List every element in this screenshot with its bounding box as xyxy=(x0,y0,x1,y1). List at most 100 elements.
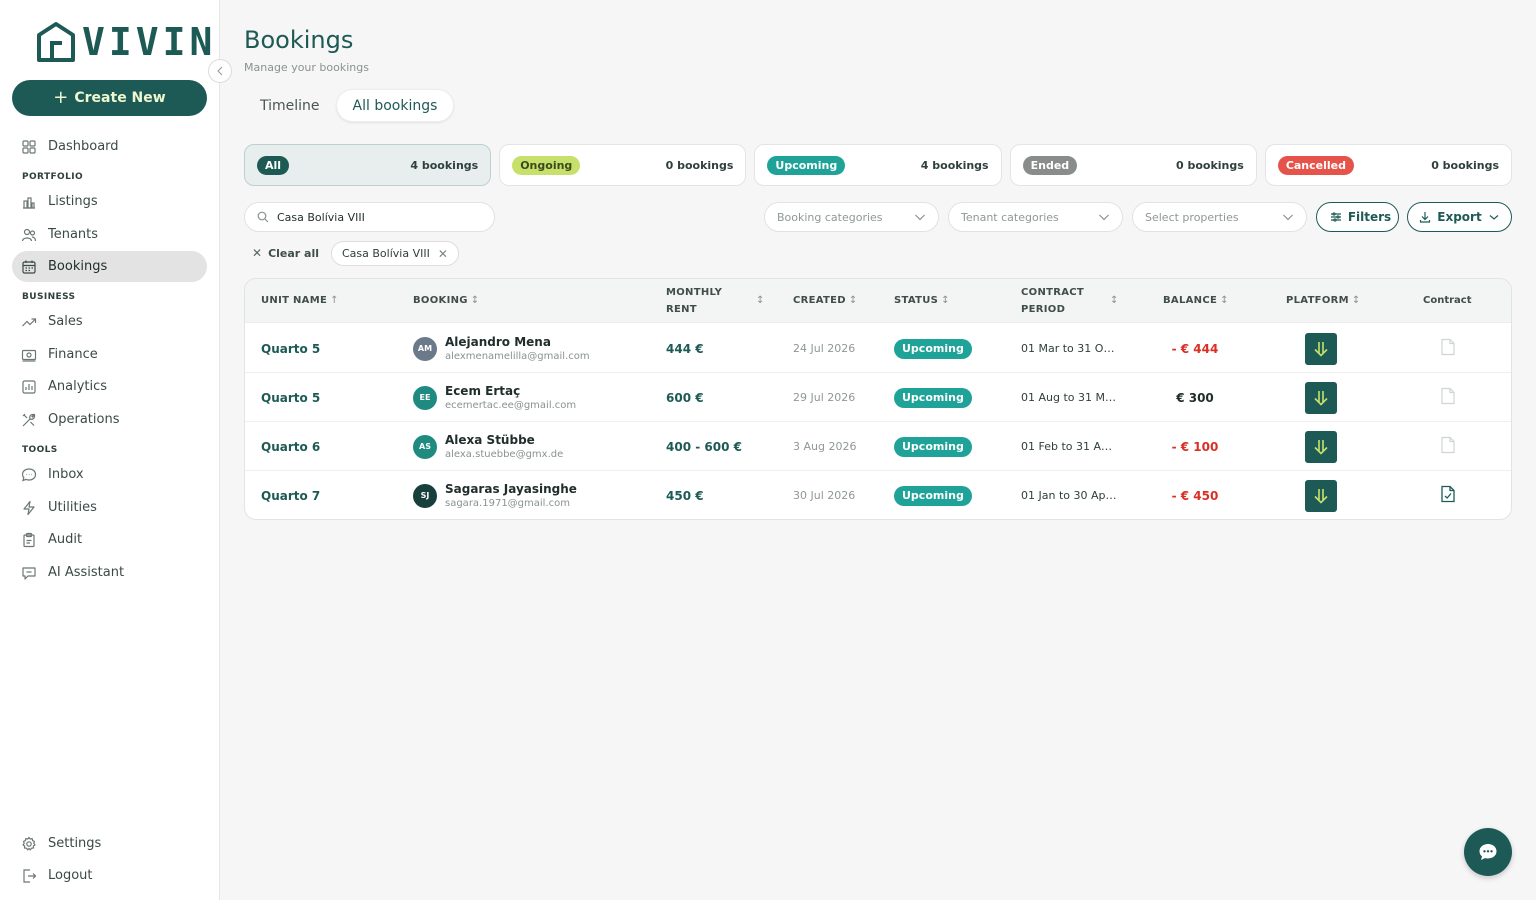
create-new-label: Create New xyxy=(74,90,166,106)
status-card-all[interactable]: All 4 bookings xyxy=(244,144,492,186)
table-row[interactable]: Quarto 7 SJ Sagaras Jayasinghe sagara.1971@… xyxy=(245,471,1511,519)
sidebar-item-bookings[interactable]: Bookings xyxy=(12,251,207,282)
tenant-name[interactable]: Alejandro Mena xyxy=(445,334,590,350)
sidebar-item-label: Analytics xyxy=(48,379,108,394)
search-input[interactable] xyxy=(277,210,487,224)
view-tabs: Timeline All bookings xyxy=(244,89,455,122)
chevron-down-icon xyxy=(915,214,925,221)
status-card-ended[interactable]: Ended 0 bookings xyxy=(1009,144,1257,186)
col-platform[interactable]: PLATFORM ↕ xyxy=(1286,292,1361,309)
platform-button[interactable] xyxy=(1305,430,1337,463)
table-row[interactable]: Quarto 5 AM Alejandro Mena alexmenamelilla@… xyxy=(245,324,1511,373)
status-badge: Upcoming xyxy=(894,387,972,408)
sort-icon: ↕ xyxy=(1351,295,1361,306)
select-properties-select[interactable]: Select properties xyxy=(1132,202,1307,232)
dropdown-label: Tenant categories xyxy=(961,210,1059,224)
tenant-email: sagara.1971@gmail.com xyxy=(445,497,570,509)
status-card-ongoing[interactable]: Ongoing 0 bookings xyxy=(499,144,747,186)
arrow-down-icon xyxy=(1314,341,1328,357)
col-label: UNIT NAME xyxy=(261,295,328,306)
tenant-name[interactable]: Ecem Ertaç xyxy=(445,383,576,399)
sidebar-item-inbox[interactable]: Inbox xyxy=(12,459,207,490)
sidebar-item-label: Audit xyxy=(48,532,83,547)
sidebar-item-analytics[interactable]: Analytics xyxy=(12,371,207,402)
collapse-sidebar-button[interactable] xyxy=(208,59,232,83)
tenant-categories-select[interactable]: Tenant categories xyxy=(948,202,1123,232)
col-label: RENT xyxy=(666,304,697,315)
tenant-name[interactable]: Alexa Stübbe xyxy=(445,432,563,448)
tab-timeline[interactable]: Timeline xyxy=(244,89,336,122)
sidebar-item-sales[interactable]: Sales xyxy=(12,306,207,337)
export-button[interactable]: Export xyxy=(1407,202,1512,232)
status-pill-cancelled: Cancelled xyxy=(1277,155,1354,175)
col-label: CREATED xyxy=(793,295,846,306)
arrow-down-icon xyxy=(1314,390,1328,406)
sort-up-icon: ↑ xyxy=(330,295,339,306)
sidebar-item-operations[interactable]: Operations xyxy=(12,404,207,435)
sidebar-item-dashboard[interactable]: Dashboard xyxy=(12,131,207,162)
table-row[interactable]: Quarto 6 AS Alexa Stübbe alexa.stuebbe@gmx.… xyxy=(245,422,1511,471)
dropdown-label: Booking categories xyxy=(777,210,883,224)
sidebar-item-label: Sales xyxy=(48,314,83,329)
sidebar-item-logout[interactable]: Logout xyxy=(12,860,207,891)
filters-button[interactable]: Filters xyxy=(1316,202,1399,232)
sidebar-item-utilities[interactable]: Utilities xyxy=(12,492,207,523)
sidebar-item-ai-assistant[interactable]: AI Assistant xyxy=(12,557,207,588)
unit-name[interactable]: Quarto 7 xyxy=(261,489,320,503)
bar-chart-icon xyxy=(22,379,36,394)
status-card-upcoming[interactable]: Upcoming 4 bookings xyxy=(754,144,1002,186)
table-row[interactable]: Quarto 5 EE Ecem Ertaç ecemertac.ee@gmail.c… xyxy=(245,373,1511,422)
house-logo-icon xyxy=(37,22,75,62)
contract-signed-icon[interactable] xyxy=(1440,485,1456,507)
sidebar-item-audit[interactable]: Audit xyxy=(12,524,207,555)
col-label: BALANCE xyxy=(1163,295,1218,306)
col-created[interactable]: CREATED ↕ xyxy=(793,292,858,309)
col-booking[interactable]: BOOKING ↕ xyxy=(413,292,479,309)
filter-chip[interactable]: Casa Bolívia VIII ✕ xyxy=(331,241,459,266)
vivin-logo[interactable]: VIVIN xyxy=(36,21,216,63)
unit-name[interactable]: Quarto 5 xyxy=(261,342,320,356)
tenant-name[interactable]: Sagaras Jayasinghe xyxy=(445,481,577,497)
created-date: 3 Aug 2026 xyxy=(793,440,857,453)
status-card-cancelled[interactable]: Cancelled 0 bookings xyxy=(1264,144,1513,186)
sort-icon: ↕ xyxy=(1220,295,1229,306)
sort-icon[interactable]: ↕ xyxy=(753,292,765,309)
col-label: CONTRACT xyxy=(1021,287,1085,298)
platform-button[interactable] xyxy=(1305,332,1337,365)
close-icon[interactable]: ✕ xyxy=(438,247,448,261)
sort-icon[interactable]: ↕ xyxy=(1107,292,1119,309)
status-badge: Upcoming xyxy=(894,485,972,506)
dropdown-label: Select properties xyxy=(1145,210,1239,224)
col-contract-period[interactable]: CONTRACT PERIOD xyxy=(1021,284,1084,318)
arrow-down-icon xyxy=(1314,488,1328,504)
platform-button[interactable] xyxy=(1305,479,1337,512)
platform-button[interactable] xyxy=(1305,381,1337,414)
unit-name[interactable]: Quarto 6 xyxy=(261,440,320,454)
chevron-down-icon xyxy=(1283,214,1293,221)
contract-period: 01 Mar to 31 Oct 2027 xyxy=(1021,342,1117,355)
status-count: 0 bookings xyxy=(1176,158,1244,172)
clear-all-button[interactable]: ✕ Clear all xyxy=(252,243,319,263)
tab-all-bookings[interactable]: All bookings xyxy=(335,89,455,122)
col-balance[interactable]: BALANCE ↕ xyxy=(1163,292,1229,309)
sidebar-item-tenants[interactable]: Tenants xyxy=(12,219,207,250)
sidebar-item-finance[interactable]: Finance xyxy=(12,339,207,370)
chevron-down-icon xyxy=(1099,214,1109,221)
balance: - € 100 xyxy=(1171,439,1219,454)
chat-button[interactable] xyxy=(1464,828,1512,876)
unit-name[interactable]: Quarto 5 xyxy=(261,391,320,405)
booking-categories-select[interactable]: Booking categories xyxy=(764,202,939,232)
col-monthly-rent[interactable]: MONTHLY RENT xyxy=(666,284,722,318)
chat-bubble-icon xyxy=(21,467,37,481)
logout-icon xyxy=(23,868,37,883)
create-new-button[interactable]: + Create New xyxy=(12,80,207,116)
download-icon xyxy=(1420,212,1431,223)
sidebar-item-settings[interactable]: Settings xyxy=(12,828,207,859)
sidebar-item-label: Utilities xyxy=(48,500,97,515)
col-status[interactable]: STATUS ↕ xyxy=(894,292,950,309)
sidebar-item-listings[interactable]: Listings xyxy=(12,186,207,217)
banknote-icon xyxy=(21,349,37,362)
col-unit-name[interactable]: UNIT NAME ↑ xyxy=(261,292,339,309)
clear-all-label: Clear all xyxy=(268,246,320,260)
arrow-down-icon xyxy=(1314,439,1328,455)
